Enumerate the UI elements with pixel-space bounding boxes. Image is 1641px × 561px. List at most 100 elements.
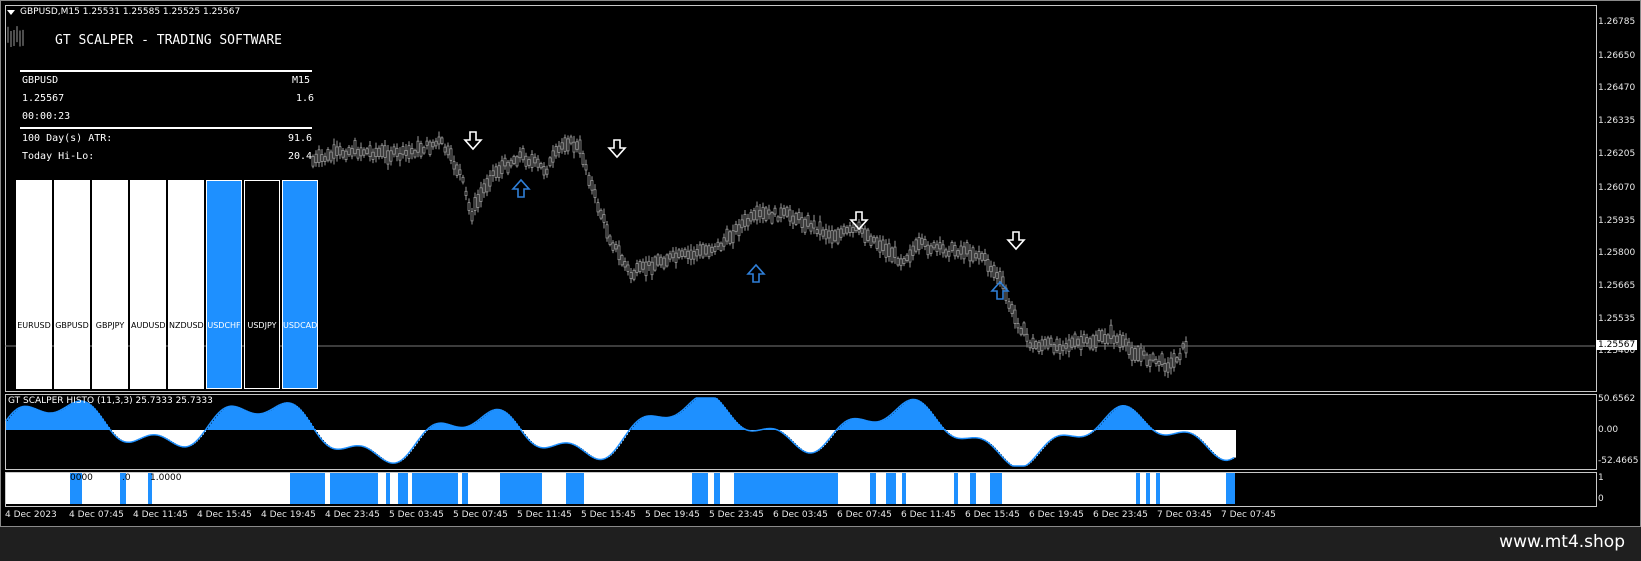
currency-box-audusd[interactable]: AUDUSD	[130, 180, 166, 389]
histo-bar	[634, 424, 636, 430]
histo-line	[897, 405, 901, 409]
histo-line	[427, 426, 431, 430]
currency-box-usdjpy[interactable]: USDJPY	[244, 180, 280, 389]
bar-indicator-block	[990, 473, 1002, 504]
candle-body	[1142, 350, 1146, 356]
histo-line	[839, 423, 843, 427]
currency-box-usdchf[interactable]: USDCHF	[206, 180, 242, 389]
histo-bar	[24, 406, 26, 430]
candle-body	[764, 207, 768, 221]
histo-bar	[504, 411, 506, 430]
candle-body	[773, 207, 777, 215]
candle-body	[659, 256, 663, 266]
candle-body	[842, 225, 846, 235]
histo-line	[593, 457, 597, 460]
chart-menu-triangle-icon[interactable]	[7, 10, 15, 15]
candle-body	[1166, 362, 1170, 373]
candle-body	[485, 178, 489, 193]
currency-box-nzdusd[interactable]: NZDUSD	[168, 180, 204, 389]
candle-body	[986, 259, 990, 272]
candle-body	[776, 216, 780, 222]
candle-body	[437, 136, 441, 145]
histo-line	[323, 441, 327, 445]
candle-body	[878, 240, 882, 253]
candle-body	[941, 244, 945, 254]
histo-line	[275, 405, 279, 408]
histo-bar	[910, 399, 912, 430]
bar-indicator-block	[462, 473, 468, 504]
candle-body	[923, 239, 927, 247]
candle-body	[1055, 338, 1059, 351]
candle-body	[1133, 348, 1137, 361]
histo-bar	[392, 430, 394, 464]
histo-line	[5, 417, 9, 422]
currency-box-gbpjpy[interactable]: GBPJPY	[92, 180, 128, 389]
candle-body	[701, 243, 705, 258]
histo-line	[1229, 458, 1233, 461]
histo-bar	[670, 417, 672, 430]
histo-bar	[968, 430, 970, 439]
candle-body	[704, 245, 708, 255]
currency-box-usdcad[interactable]: USDCAD	[282, 180, 318, 389]
histo-bar	[842, 424, 844, 430]
histo-line	[189, 443, 193, 447]
candle-body	[581, 153, 585, 165]
histo-bar	[850, 419, 852, 430]
candle-body	[359, 147, 363, 157]
histo-bar	[654, 416, 656, 430]
candle-body	[1085, 337, 1089, 344]
histo-bar	[980, 430, 982, 439]
histo-bar	[190, 430, 192, 446]
histo-bar	[266, 412, 268, 430]
currency-label: GBPUSD	[55, 321, 89, 330]
time-axis-label: 5 Dec 23:45	[709, 510, 764, 520]
candle-body	[890, 247, 894, 263]
histo-bar	[356, 430, 358, 446]
histo-line	[225, 406, 229, 409]
candle-body	[500, 160, 504, 175]
histo-line	[673, 414, 677, 417]
histo-bar	[716, 398, 718, 430]
currency-box-gbpusd[interactable]: GBPUSD	[54, 180, 90, 389]
buy-arrow-icon	[511, 178, 531, 198]
histo-bar	[178, 430, 180, 446]
histo-line	[1109, 410, 1113, 414]
histo-bar	[668, 417, 670, 430]
histo-bar	[246, 410, 248, 430]
candle-body	[1160, 353, 1164, 365]
histo-line	[121, 440, 125, 443]
histo-line	[471, 422, 475, 426]
candle-body	[845, 227, 849, 234]
histo-bar	[814, 430, 816, 453]
histo-bar	[258, 414, 260, 430]
histo-line	[1003, 458, 1007, 462]
histo-bar	[256, 413, 258, 430]
histo-bar	[368, 430, 370, 449]
histo-line	[345, 446, 349, 449]
histo-line	[579, 447, 583, 451]
histo-line	[885, 416, 889, 419]
time-axis-label: 5 Dec 07:45	[453, 510, 508, 520]
histo-bar	[388, 430, 390, 463]
candle-body	[455, 164, 459, 176]
histo-line	[1117, 405, 1121, 408]
histo-line	[641, 416, 645, 419]
candle-body	[377, 147, 381, 158]
candle-body	[938, 242, 942, 250]
histo-bar	[998, 430, 1000, 453]
histo-bar	[610, 430, 612, 456]
histo-bar	[1118, 406, 1120, 430]
candle-body	[602, 214, 606, 223]
candle-body	[881, 239, 885, 252]
histo-line	[815, 449, 819, 453]
histo-bar	[1016, 430, 1018, 466]
candle-body	[1091, 335, 1095, 350]
candle-body	[1184, 340, 1188, 354]
histo-bar	[136, 430, 138, 441]
histo-line	[899, 403, 903, 407]
currency-box-eurusd[interactable]: EURUSD	[16, 180, 52, 389]
histo-bar	[92, 406, 94, 430]
histo-line	[165, 437, 169, 441]
histo-line	[557, 442, 561, 445]
histo-bar	[228, 406, 230, 430]
